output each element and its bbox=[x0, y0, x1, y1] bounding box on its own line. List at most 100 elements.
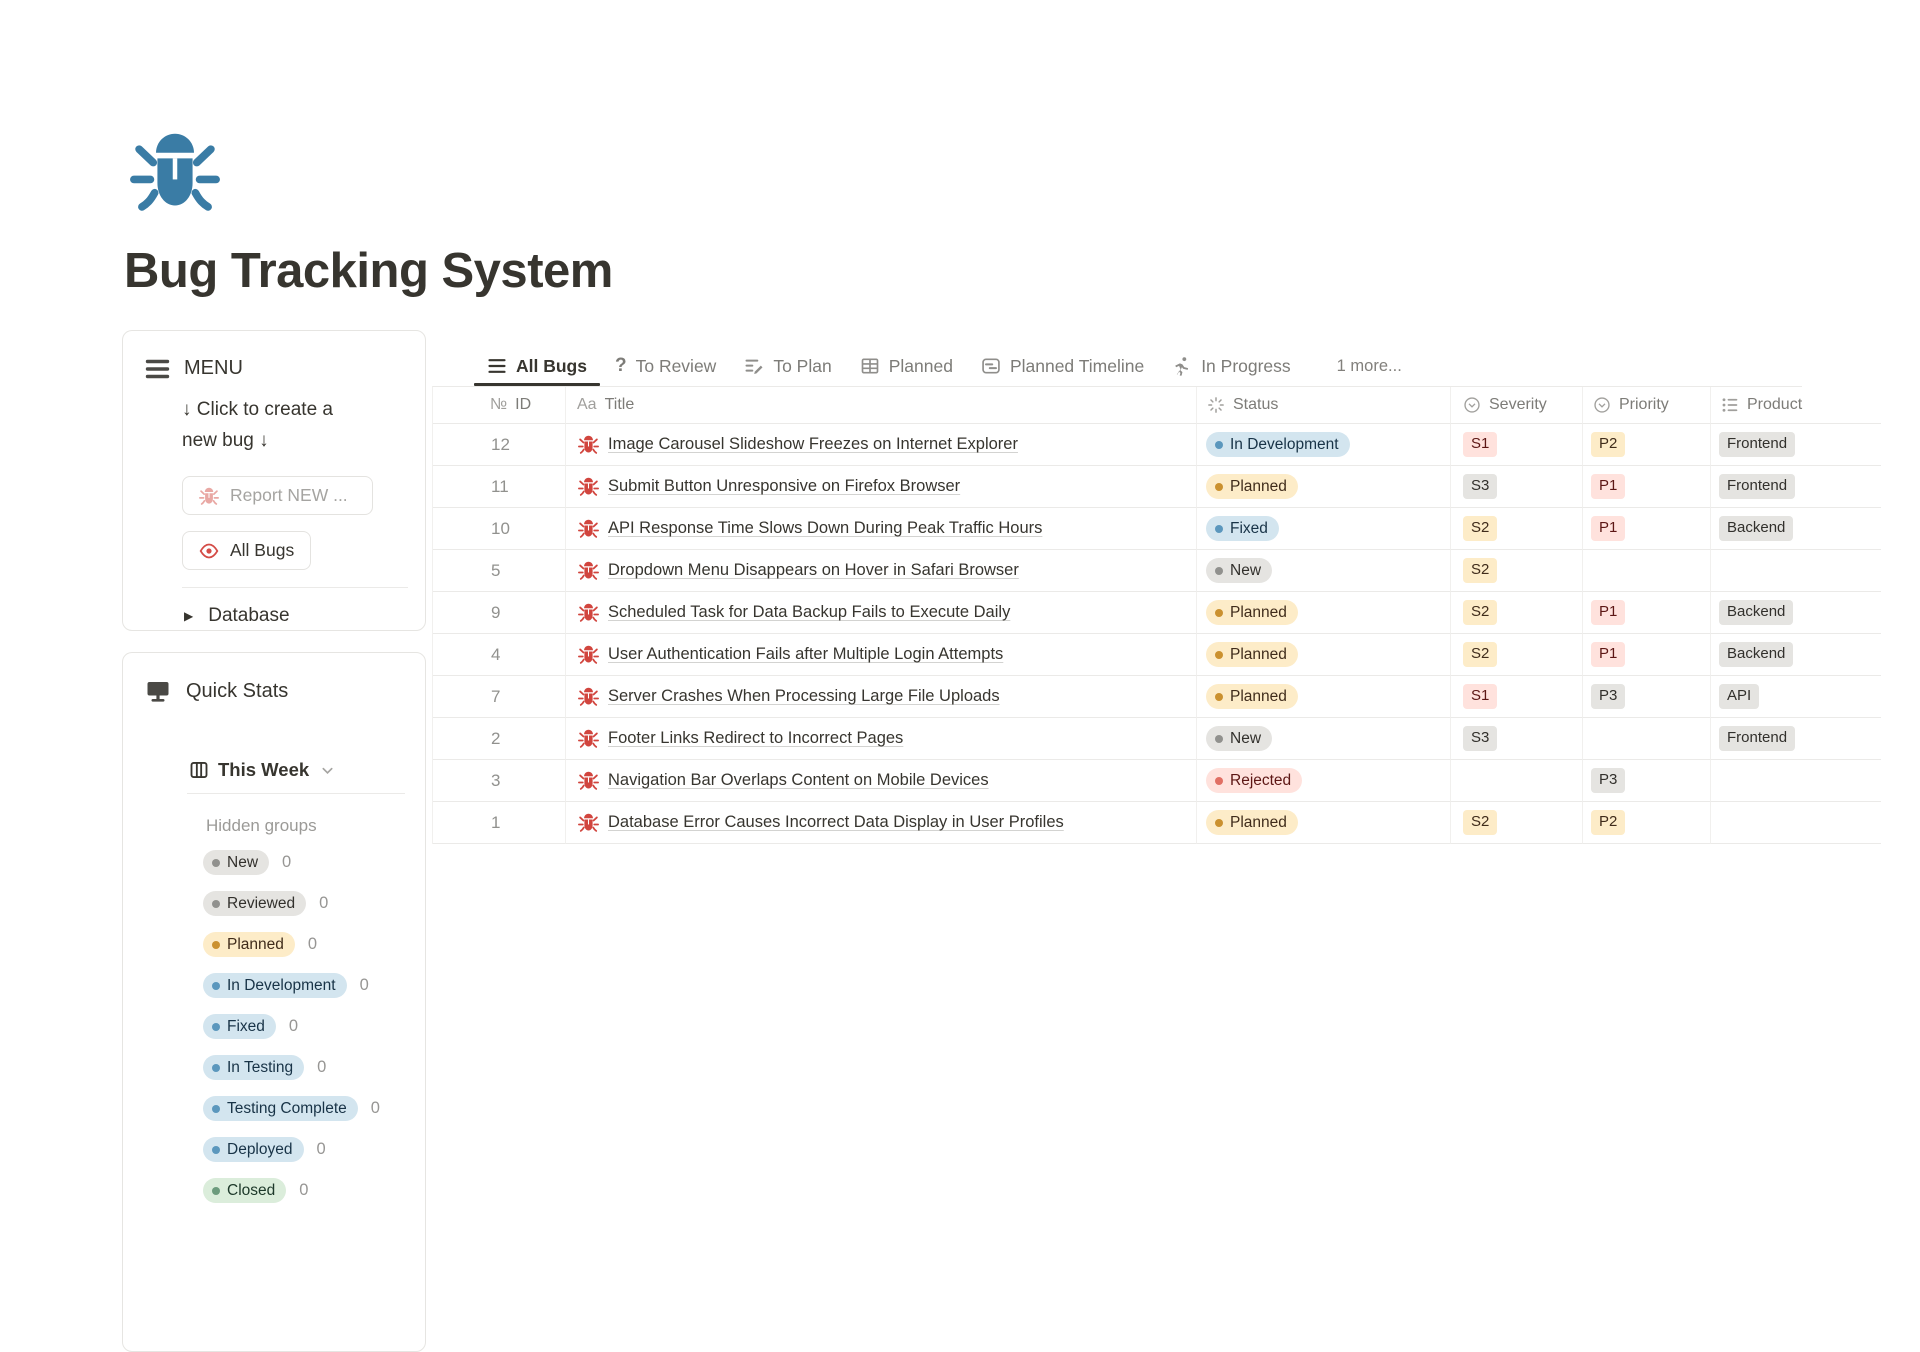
row-title-cell[interactable]: API Response Time Slows Down During Peak… bbox=[566, 508, 1197, 550]
column-header-id[interactable]: №ID bbox=[433, 387, 566, 424]
table-cell[interactable]: Rejected bbox=[1197, 760, 1451, 802]
table-cell[interactable]: Planned bbox=[1197, 676, 1451, 718]
table-cell[interactable]: P1 bbox=[1583, 634, 1711, 676]
row-id-cell[interactable]: 10 bbox=[433, 508, 566, 550]
row-id-cell[interactable]: 1 bbox=[433, 802, 566, 844]
bug-title-link[interactable]: Image Carousel Slideshow Freezes on Inte… bbox=[608, 435, 1018, 454]
column-header-priority[interactable]: Priority bbox=[1583, 387, 1711, 424]
table-cell[interactable]: S2 bbox=[1451, 592, 1583, 634]
report-new-bug-button[interactable]: Report NEW ... bbox=[182, 476, 373, 515]
column-header-product[interactable]: Product bbox=[1711, 387, 1881, 424]
table-cell[interactable]: Frontend bbox=[1711, 424, 1881, 466]
column-header-status[interactable]: Status bbox=[1197, 387, 1451, 424]
row-title-cell[interactable]: Database Error Causes Incorrect Data Dis… bbox=[566, 802, 1197, 844]
bug-title-link[interactable]: Dropdown Menu Disappears on Hover in Saf… bbox=[608, 561, 1019, 580]
group-pill[interactable]: In Testing bbox=[203, 1055, 304, 1081]
table-cell[interactable]: Backend bbox=[1711, 634, 1881, 676]
table-cell[interactable]: P2 bbox=[1583, 424, 1711, 466]
status-pill[interactable]: Planned bbox=[1206, 684, 1298, 710]
column-header-severity[interactable]: Severity bbox=[1451, 387, 1583, 424]
table-cell[interactable] bbox=[1711, 550, 1881, 592]
tag[interactable]: P3 bbox=[1591, 768, 1625, 793]
tag[interactable]: S1 bbox=[1463, 684, 1497, 709]
view-selector-this-week[interactable]: This Week bbox=[189, 759, 403, 781]
tag[interactable]: P1 bbox=[1591, 642, 1625, 667]
tag[interactable]: Backend bbox=[1719, 600, 1793, 625]
tag[interactable]: P3 bbox=[1591, 684, 1625, 709]
bug-title-link[interactable]: User Authentication Fails after Multiple… bbox=[608, 645, 1003, 664]
table-cell[interactable]: P3 bbox=[1583, 760, 1711, 802]
tab-planned[interactable]: Planned bbox=[860, 346, 953, 386]
group-pill[interactable]: In Development bbox=[203, 973, 347, 999]
bug-title-link[interactable]: Footer Links Redirect to Incorrect Pages bbox=[608, 729, 903, 748]
row-title-cell[interactable]: Scheduled Task for Data Backup Fails to … bbox=[566, 592, 1197, 634]
table-cell[interactable]: Frontend bbox=[1711, 718, 1881, 760]
table-cell[interactable]: S1 bbox=[1451, 676, 1583, 718]
row-title-cell[interactable]: Footer Links Redirect to Incorrect Pages bbox=[566, 718, 1197, 760]
bug-icon[interactable] bbox=[130, 126, 220, 212]
group-pill[interactable]: Reviewed bbox=[203, 891, 306, 917]
row-title-cell[interactable]: Submit Button Unresponsive on Firefox Br… bbox=[566, 466, 1197, 508]
database-toggle[interactable]: ▶ Database bbox=[184, 605, 403, 627]
bug-title-link[interactable]: Submit Button Unresponsive on Firefox Br… bbox=[608, 477, 960, 496]
group-pill[interactable]: Testing Complete bbox=[203, 1096, 358, 1122]
table-cell[interactable]: P1 bbox=[1583, 466, 1711, 508]
row-id-cell[interactable]: 11 bbox=[433, 466, 566, 508]
bug-title-link[interactable]: Server Crashes When Processing Large Fil… bbox=[608, 687, 1000, 706]
tag[interactable]: S2 bbox=[1463, 516, 1497, 541]
status-pill[interactable]: Planned bbox=[1206, 600, 1298, 626]
tab-to-plan[interactable]: To Plan bbox=[744, 346, 831, 386]
table-cell[interactable]: S1 bbox=[1451, 424, 1583, 466]
table-cell[interactable]: Backend bbox=[1711, 508, 1881, 550]
column-header-title[interactable]: AaTitle bbox=[566, 387, 1197, 424]
tag[interactable]: S2 bbox=[1463, 558, 1497, 583]
tag[interactable]: P2 bbox=[1591, 810, 1625, 835]
status-pill[interactable]: Planned bbox=[1206, 810, 1298, 836]
table-cell[interactable]: P1 bbox=[1583, 508, 1711, 550]
table-cell[interactable]: S3 bbox=[1451, 466, 1583, 508]
table-cell[interactable]: P3 bbox=[1583, 676, 1711, 718]
tab-all-bugs[interactable]: All Bugs bbox=[487, 346, 587, 386]
group-pill[interactable]: New bbox=[203, 850, 269, 876]
tag[interactable]: P2 bbox=[1591, 432, 1625, 457]
bug-title-link[interactable]: Navigation Bar Overlaps Content on Mobil… bbox=[608, 771, 989, 790]
table-cell[interactable]: Fixed bbox=[1197, 508, 1451, 550]
table-cell[interactable]: S2 bbox=[1451, 508, 1583, 550]
tag[interactable]: Backend bbox=[1719, 516, 1793, 541]
bug-title-link[interactable]: Scheduled Task for Data Backup Fails to … bbox=[608, 603, 1010, 622]
table-cell[interactable]: S2 bbox=[1451, 550, 1583, 592]
tag[interactable]: Frontend bbox=[1719, 432, 1795, 457]
row-title-cell[interactable]: Navigation Bar Overlaps Content on Mobil… bbox=[566, 760, 1197, 802]
status-pill[interactable]: Planned bbox=[1206, 474, 1298, 500]
more-tabs-button[interactable]: 1 more... bbox=[1337, 357, 1402, 376]
row-title-cell[interactable]: Dropdown Menu Disappears on Hover in Saf… bbox=[566, 550, 1197, 592]
tag[interactable]: API bbox=[1719, 684, 1759, 709]
row-id-cell[interactable]: 9 bbox=[433, 592, 566, 634]
row-id-cell[interactable]: 2 bbox=[433, 718, 566, 760]
table-cell[interactable]: S2 bbox=[1451, 802, 1583, 844]
tag[interactable]: Frontend bbox=[1719, 726, 1795, 751]
table-cell[interactable]: P2 bbox=[1583, 802, 1711, 844]
table-cell[interactable] bbox=[1711, 760, 1881, 802]
table-cell[interactable]: New bbox=[1197, 718, 1451, 760]
tag[interactable]: P1 bbox=[1591, 474, 1625, 499]
status-pill[interactable]: In Development bbox=[1206, 432, 1350, 458]
group-pill[interactable]: Closed bbox=[203, 1178, 286, 1204]
table-cell[interactable]: Planned bbox=[1197, 634, 1451, 676]
bug-title-link[interactable]: Database Error Causes Incorrect Data Dis… bbox=[608, 813, 1064, 832]
group-pill[interactable]: Fixed bbox=[203, 1014, 276, 1040]
group-pill[interactable]: Planned bbox=[203, 932, 295, 958]
tag[interactable]: S3 bbox=[1463, 474, 1497, 499]
table-cell[interactable] bbox=[1711, 802, 1881, 844]
tag[interactable]: Frontend bbox=[1719, 474, 1795, 499]
table-cell[interactable]: Planned bbox=[1197, 466, 1451, 508]
table-cell[interactable]: Planned bbox=[1197, 592, 1451, 634]
row-id-cell[interactable]: 5 bbox=[433, 550, 566, 592]
tab-in-progress[interactable]: In Progress bbox=[1172, 346, 1290, 386]
row-id-cell[interactable]: 7 bbox=[433, 676, 566, 718]
bug-title-link[interactable]: API Response Time Slows Down During Peak… bbox=[608, 519, 1042, 538]
status-pill[interactable]: New bbox=[1206, 558, 1272, 584]
table-cell[interactable]: Backend bbox=[1711, 592, 1881, 634]
table-cell[interactable] bbox=[1583, 718, 1711, 760]
all-bugs-button[interactable]: All Bugs bbox=[182, 531, 311, 570]
